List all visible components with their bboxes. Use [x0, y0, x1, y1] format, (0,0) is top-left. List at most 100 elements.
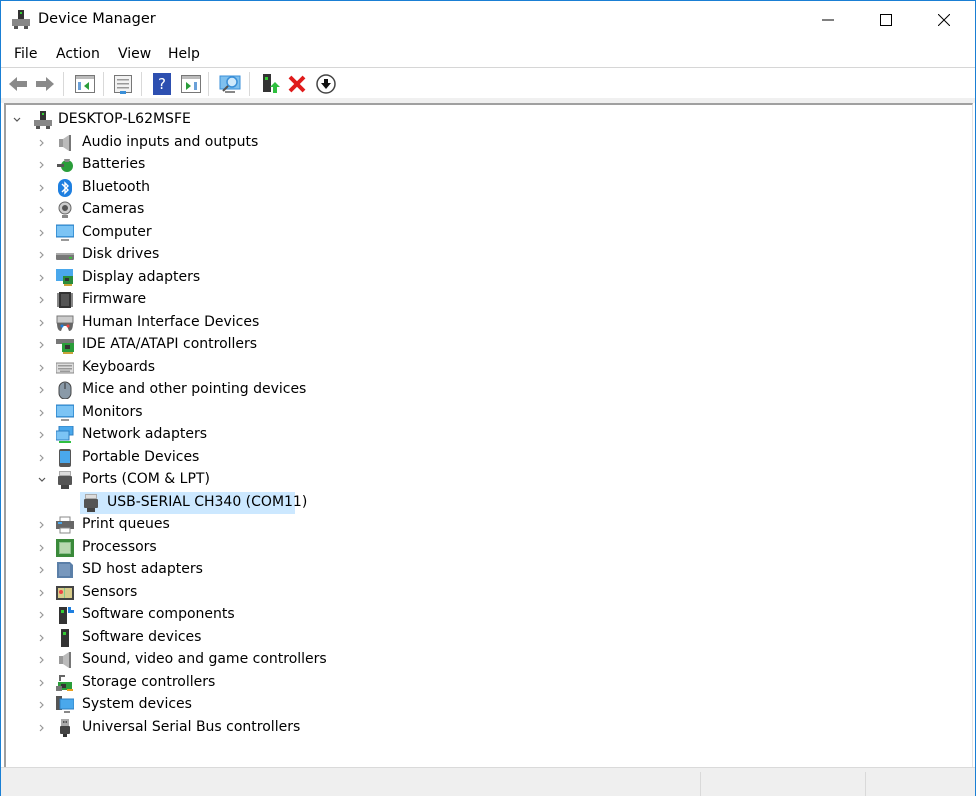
device-manager-window: Device Manager File Action View Help ? D…	[0, 0, 976, 796]
expand-toggle[interactable]	[37, 228, 47, 238]
show-hide-console-tree-button[interactable]	[74, 73, 96, 95]
minimize-button[interactable]	[799, 1, 857, 39]
expand-toggle[interactable]	[12, 115, 22, 125]
show-hide-action-pane-button[interactable]	[180, 73, 202, 95]
toolbar-separator	[249, 72, 250, 96]
tree-category[interactable]: Storage controllers	[6, 672, 966, 694]
tree-category[interactable]: Software devices	[6, 627, 966, 649]
expand-toggle[interactable]	[37, 295, 47, 305]
software-component-icon	[59, 607, 74, 624]
status-separator	[865, 772, 866, 796]
portable-device-icon	[59, 448, 71, 467]
expand-toggle[interactable]	[37, 633, 47, 643]
update-driver-button[interactable]	[259, 73, 281, 95]
toolbar: ?	[1, 67, 975, 99]
tree-category[interactable]: Network adapters	[6, 424, 966, 446]
tree-category-label: Display adapters	[82, 268, 201, 285]
action-pane-icon	[181, 75, 201, 93]
tree-category-label: Ports (COM & LPT)	[82, 471, 210, 487]
red-x-icon	[288, 75, 306, 93]
expand-toggle[interactable]	[37, 205, 47, 215]
expand-toggle[interactable]	[37, 543, 47, 553]
menu-help[interactable]: Help	[168, 46, 200, 62]
expand-toggle[interactable]	[37, 565, 47, 575]
chevron-down-icon	[38, 477, 46, 482]
close-icon	[938, 14, 950, 26]
tree-category-label: Print queues	[82, 516, 170, 532]
expand-toggle[interactable]	[37, 318, 47, 328]
expand-toggle[interactable]	[37, 655, 47, 665]
expand-toggle[interactable]	[37, 273, 47, 283]
tree-category[interactable]: Sensors	[6, 582, 966, 604]
expand-toggle[interactable]	[37, 678, 47, 688]
expand-toggle[interactable]	[37, 475, 47, 485]
tree-category[interactable]: Mice and other pointing devices	[6, 379, 966, 401]
chevron-right-icon	[39, 161, 44, 169]
tree-category[interactable]: Computer	[6, 222, 966, 244]
expand-toggle[interactable]	[37, 138, 47, 148]
tree-category[interactable]: Ports (COM & LPT)	[6, 469, 966, 491]
tree-root-node[interactable]: DESKTOP-L62MSFE	[6, 109, 966, 131]
status-separator	[700, 772, 701, 796]
chevron-right-icon	[39, 139, 44, 146]
tree-category[interactable]: Display adapters	[6, 267, 966, 289]
port-icon	[58, 471, 72, 489]
disable-device-button[interactable]	[315, 73, 337, 95]
tree-category[interactable]: Cameras	[6, 199, 966, 221]
menu-action[interactable]: Action	[56, 46, 100, 62]
tree-category[interactable]: Batteries	[6, 154, 966, 176]
uninstall-device-button[interactable]	[286, 73, 308, 95]
tree-category[interactable]: SD host adapters	[6, 559, 966, 581]
expand-toggle[interactable]	[37, 588, 47, 598]
menu-file[interactable]: File	[14, 46, 37, 62]
title-bar[interactable]: Device Manager	[1, 1, 975, 39]
expand-toggle[interactable]	[37, 700, 47, 710]
tree-category[interactable]: Monitors	[6, 402, 966, 424]
tree-category-label: Sound, video and game controllers	[82, 651, 327, 667]
expand-toggle[interactable]	[37, 408, 47, 418]
back-button[interactable]	[7, 73, 29, 95]
chevron-right-icon	[39, 679, 44, 686]
tree-category[interactable]: Software components	[6, 604, 966, 626]
tree-category[interactable]: Sound, video and game controllers	[6, 649, 966, 671]
device-manager-app-icon	[12, 10, 30, 29]
expand-toggle[interactable]	[37, 430, 47, 440]
close-button[interactable]	[915, 1, 973, 39]
expand-toggle[interactable]	[37, 363, 47, 373]
monitor-icon	[56, 404, 74, 421]
mouse-icon	[58, 381, 72, 399]
tree-category[interactable]: Audio inputs and outputs	[6, 132, 966, 154]
tree-category[interactable]: Keyboards	[6, 357, 966, 379]
tree-category[interactable]: Universal Serial Bus controllers	[6, 717, 966, 739]
expand-toggle[interactable]	[37, 610, 47, 620]
tree-category[interactable]: Bluetooth	[6, 177, 966, 199]
expand-toggle[interactable]	[37, 385, 47, 395]
expand-toggle[interactable]	[37, 723, 47, 733]
scan-hardware-changes-button[interactable]	[219, 73, 241, 95]
chevron-right-icon	[39, 364, 44, 371]
tree-category[interactable]: System devices	[6, 694, 966, 716]
expand-toggle[interactable]	[37, 520, 47, 530]
tree-category[interactable]: IDE ATA/ATAPI controllers	[6, 334, 966, 356]
processor-icon	[56, 538, 74, 557]
expand-toggle[interactable]	[37, 160, 47, 170]
tree-category[interactable]: Human Interface Devices	[6, 312, 966, 334]
forward-button[interactable]	[34, 73, 56, 95]
menu-view[interactable]: View	[118, 46, 151, 62]
tree-category[interactable]: Processors	[6, 537, 966, 559]
tree-category[interactable]: Print queues	[6, 514, 966, 536]
expand-toggle[interactable]	[37, 453, 47, 463]
expand-toggle[interactable]	[37, 340, 47, 350]
expand-toggle[interactable]	[37, 250, 47, 260]
expand-toggle[interactable]	[37, 183, 47, 193]
help-button[interactable]: ?	[151, 73, 173, 95]
tree-category[interactable]: Firmware	[6, 289, 966, 311]
chevron-right-icon	[39, 589, 44, 596]
tree-device[interactable]: USB-SERIAL CH340 (COM11)	[6, 491, 966, 514]
tree-category[interactable]: Portable Devices	[6, 447, 966, 469]
properties-button[interactable]	[112, 73, 134, 95]
tree-category-label: Universal Serial Bus controllers	[82, 718, 301, 735]
maximize-button[interactable]	[857, 1, 915, 39]
svg-text:?: ?	[158, 75, 166, 93]
tree-category[interactable]: Disk drives	[6, 244, 966, 266]
